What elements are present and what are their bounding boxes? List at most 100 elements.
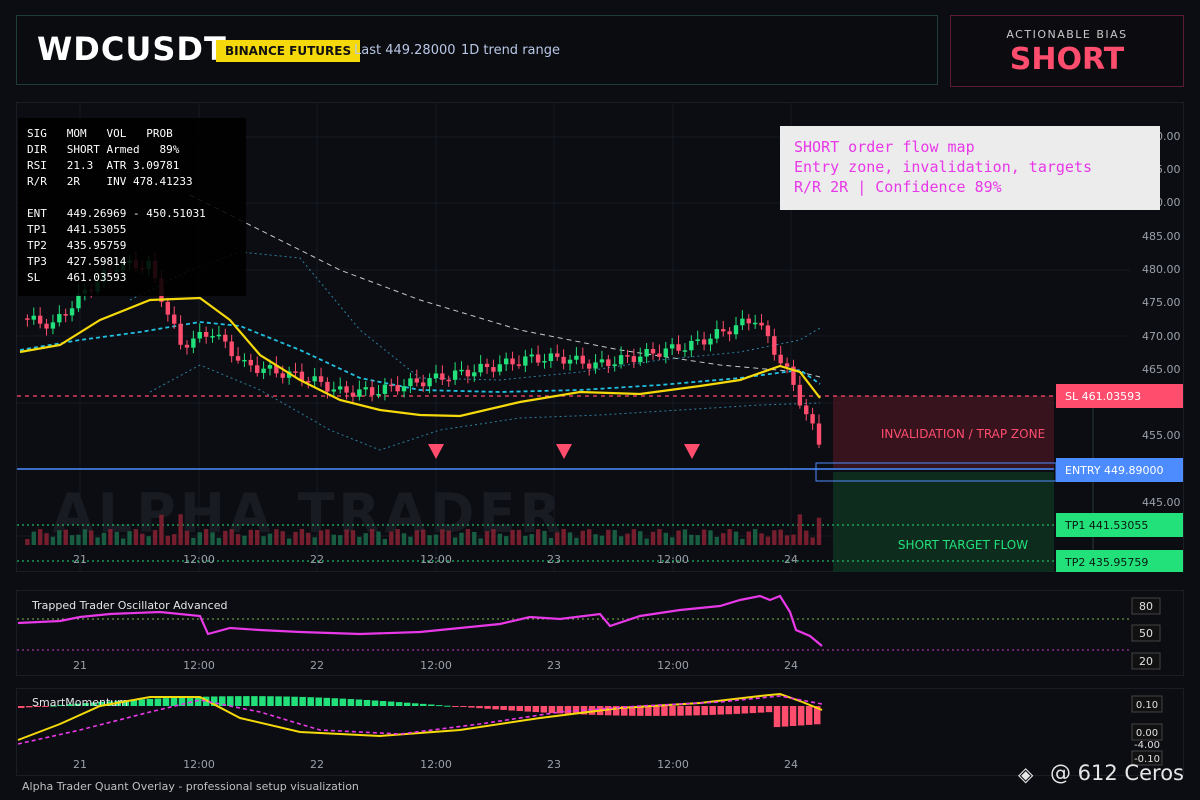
momentum-bar [476,706,483,709]
time-tick: 24 [784,553,798,566]
volume-bar [152,529,158,545]
volume-bar [714,536,720,545]
momentum-bar [170,697,178,706]
time-tick: 23 [547,758,561,771]
lower-band [149,364,821,451]
candle [318,376,324,382]
ema-line [19,296,821,418]
candle [57,314,62,323]
time-tick: 21 [73,553,87,566]
candle [414,378,419,383]
volume-bar [491,529,496,545]
volume-bar [57,530,62,545]
volume-bar [708,530,713,545]
oscillator-level: 50 [1139,627,1153,640]
candle [280,373,285,378]
short-signal-marker [428,444,444,459]
candle [350,392,356,397]
stats-row: TP3 427.59814 [27,255,127,268]
time-tick: 12:00 [183,659,215,672]
momentum-bar [709,706,716,715]
candle [50,322,56,329]
momentum-bar [283,696,290,706]
entry-tag-label: ENTRY 449.89000 [1065,464,1164,477]
time-tick: 12:00 [657,553,689,566]
short-signal-marker [684,444,700,459]
candle [427,378,432,387]
momentum-bar [162,698,170,706]
candle [689,340,694,351]
stats-row: TP2 435.95759 [27,239,127,252]
momentum-bar [323,697,331,706]
volume-bar [567,532,573,545]
candle [69,308,75,316]
volume-bar [682,529,688,545]
time-tick: 21 [73,659,87,672]
volume-bar [555,532,560,545]
momentum-bar [492,706,499,710]
volume-bar [63,529,68,545]
momentum-bar [355,699,363,706]
momentum-bar [387,701,395,706]
volume-bar [465,529,471,545]
oscillator-time-axis: 21 12:00 22 12:00 23 12:00 24 [73,659,798,672]
footer-caption: Alpha Trader Quant Overlay - professiona… [22,780,359,793]
volume-bar [561,529,566,545]
volume-bar [459,532,464,545]
volume-bar [76,534,81,545]
candle [216,334,222,337]
volume-bar [657,529,662,545]
invalidation-zone-label: INVALIDATION / TRAP ZONE [881,427,1045,441]
momentum-bar [733,706,741,714]
binance-logo-icon: ◈ [1018,762,1034,786]
sl-tag-label: SL 461.03593 [1065,390,1141,403]
momentum-bar [444,705,451,707]
momentum-bar [677,706,684,716]
volume-bar [516,529,522,545]
volume-bar [382,538,388,545]
volume-bar [618,536,624,545]
volume-bar [369,529,375,545]
momentum-bar [540,706,548,713]
volume-bar [389,531,394,545]
volume-bar [663,532,668,545]
price-tick: 445.00 [1142,496,1181,509]
candle [542,361,547,363]
candle [752,322,758,325]
candle [25,318,30,320]
volume-bar [338,535,343,545]
price-tick: 455.00 [1142,429,1181,442]
momentum-bar [564,706,572,714]
time-tick: 24 [784,659,798,672]
volume-bar [344,529,349,545]
volume-bar [535,529,541,545]
time-tick: 21 [73,758,87,771]
candle [452,370,458,380]
stats-row: DIR SHORT Armed 89% [27,143,180,156]
volume-bar [89,530,94,545]
candle [497,364,502,372]
candle [727,331,732,335]
tp2-tag-label: TP2 435.95759 [1064,556,1148,569]
time-tick: 23 [547,553,561,566]
candle [663,348,668,357]
volume-bar [638,531,643,545]
momentum-bar [452,706,459,707]
volume-bar [414,530,419,545]
volume-bar [816,517,822,545]
volume-bar [586,529,592,545]
candle [408,378,413,387]
momentum-bar [420,703,427,706]
candle [625,355,630,357]
momentum-bar [701,706,708,716]
momentum-bar [765,706,773,713]
momentum-bar [741,706,749,714]
candle [701,339,707,345]
time-tick: 22 [310,758,324,771]
momentum-bar [805,706,813,725]
volume-bar [50,536,56,545]
candle [618,355,624,365]
price-tick: 480.00 [1142,263,1181,276]
candle [165,301,171,315]
volume-bar [197,532,202,545]
